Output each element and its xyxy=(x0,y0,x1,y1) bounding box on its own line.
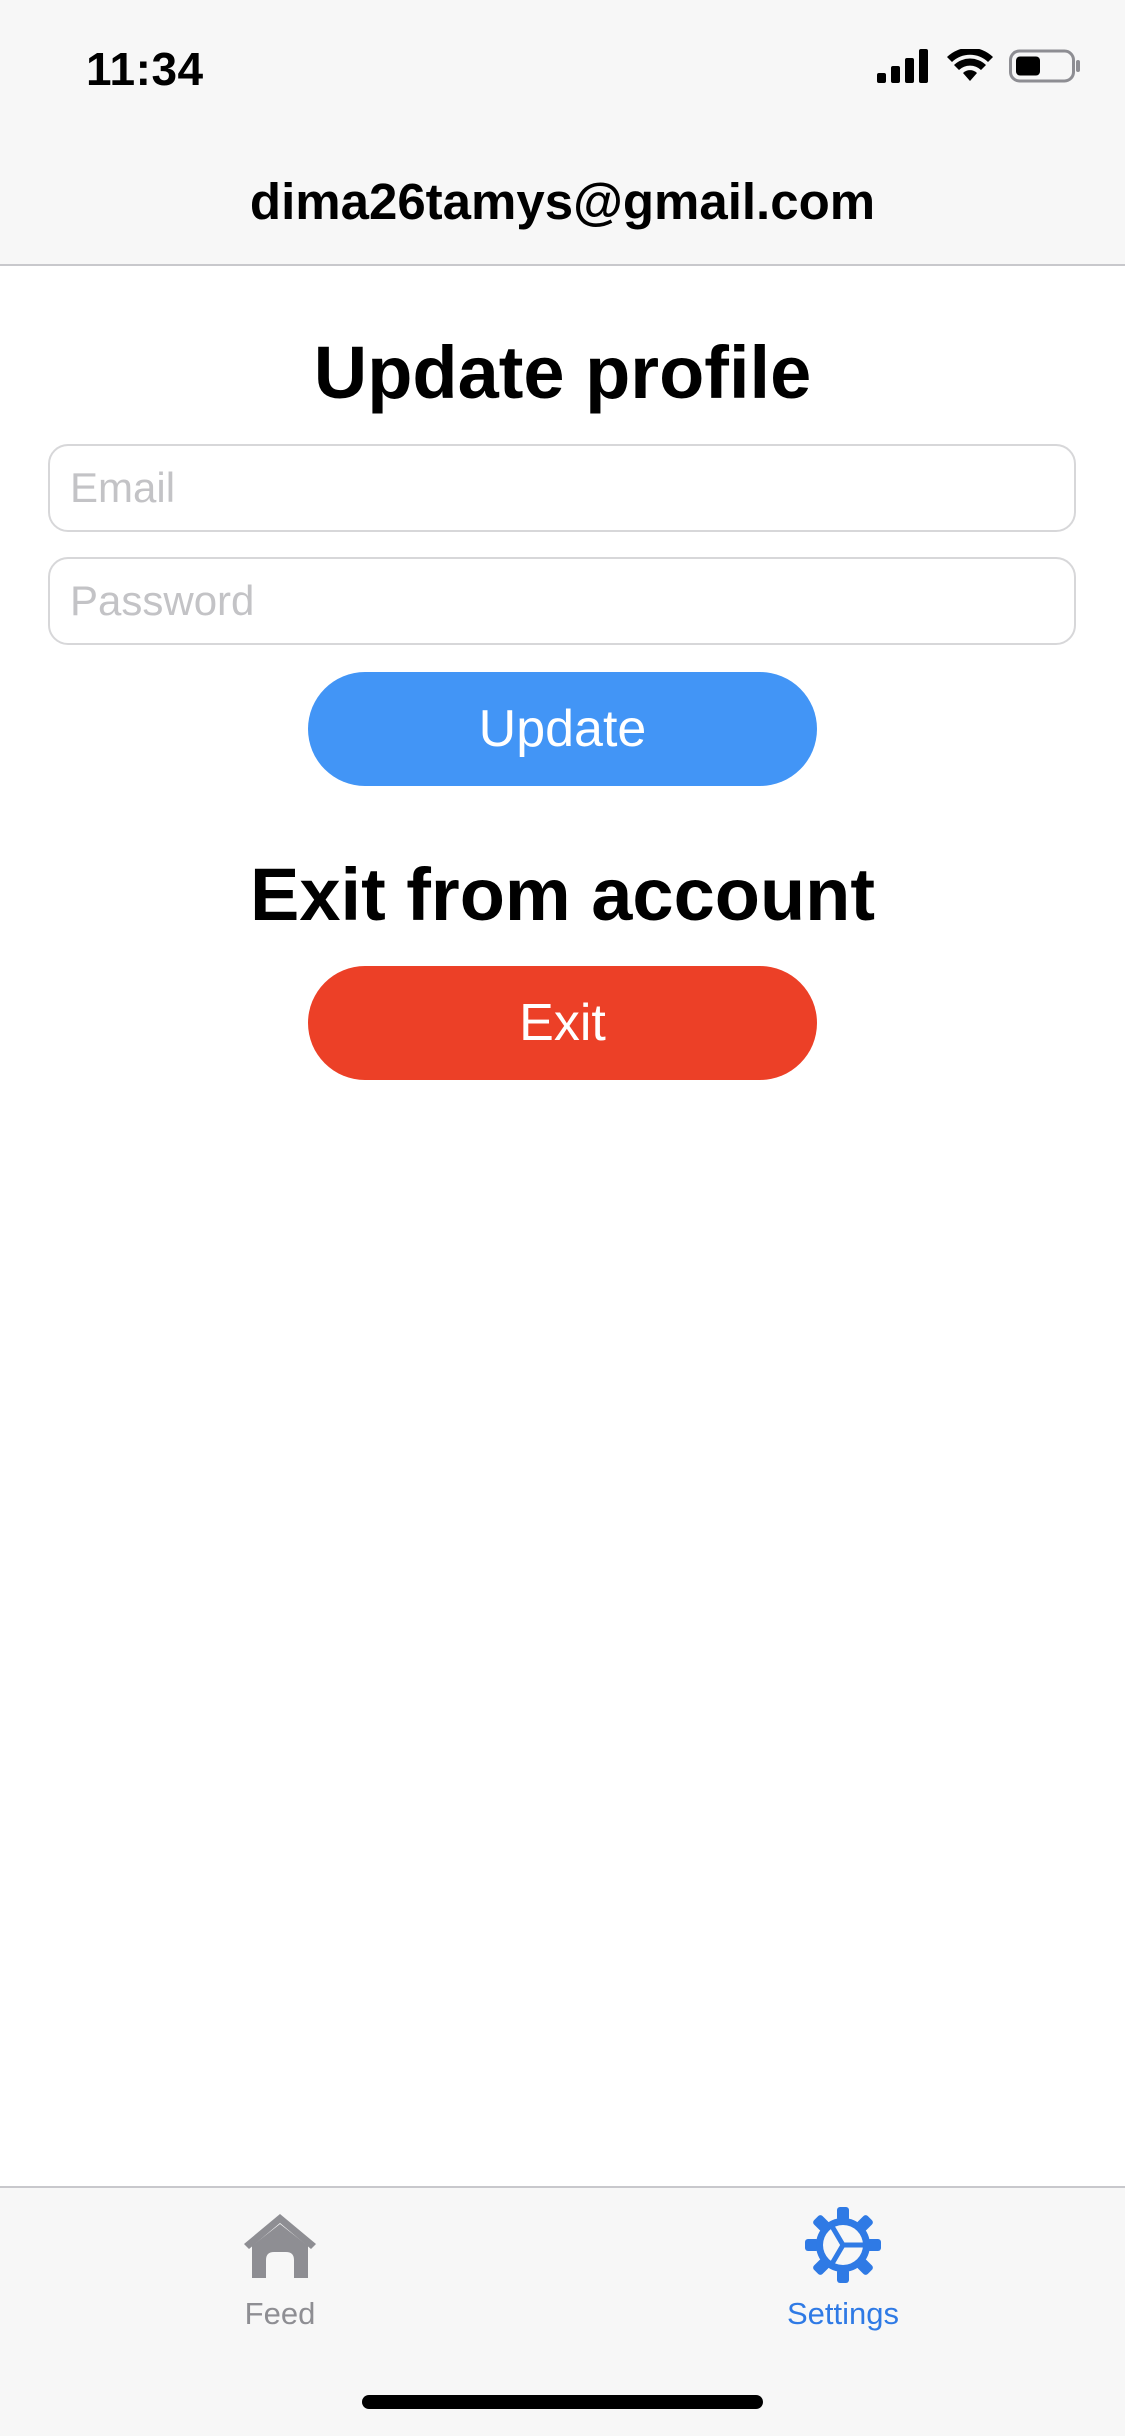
status-bar: 11:34 xyxy=(0,0,1125,140)
nav-bar: dima26tamys@gmail.com xyxy=(0,140,1125,266)
password-input[interactable] xyxy=(48,557,1076,645)
status-time: 11:34 xyxy=(86,43,204,95)
status-icons xyxy=(877,46,1081,90)
update-button[interactable]: Update xyxy=(308,672,817,786)
email-input[interactable] xyxy=(48,444,1076,532)
home-icon xyxy=(238,2206,322,2284)
battery-icon xyxy=(1009,48,1081,89)
update-profile-heading: Update profile xyxy=(313,331,812,414)
cellular-signal-icon xyxy=(877,48,931,88)
gear-icon xyxy=(801,2206,885,2284)
tab-feed-label: Feed xyxy=(244,2296,316,2331)
exit-account-heading: Exit from account xyxy=(250,853,875,936)
exit-button-label: Exit xyxy=(519,994,606,1052)
tab-settings[interactable]: Settings xyxy=(693,2206,993,2346)
home-indicator xyxy=(362,2395,763,2409)
wifi-icon xyxy=(947,47,993,88)
nav-title: dima26tamys@gmail.com xyxy=(249,172,876,230)
update-button-label: Update xyxy=(478,700,647,758)
tab-feed[interactable]: Feed xyxy=(130,2206,430,2346)
tab-settings-label: Settings xyxy=(786,2296,899,2331)
settings-screen: 11:34 dima26tamys@gmail.com Update profi… xyxy=(0,0,1125,2436)
exit-button[interactable]: Exit xyxy=(308,966,817,1080)
